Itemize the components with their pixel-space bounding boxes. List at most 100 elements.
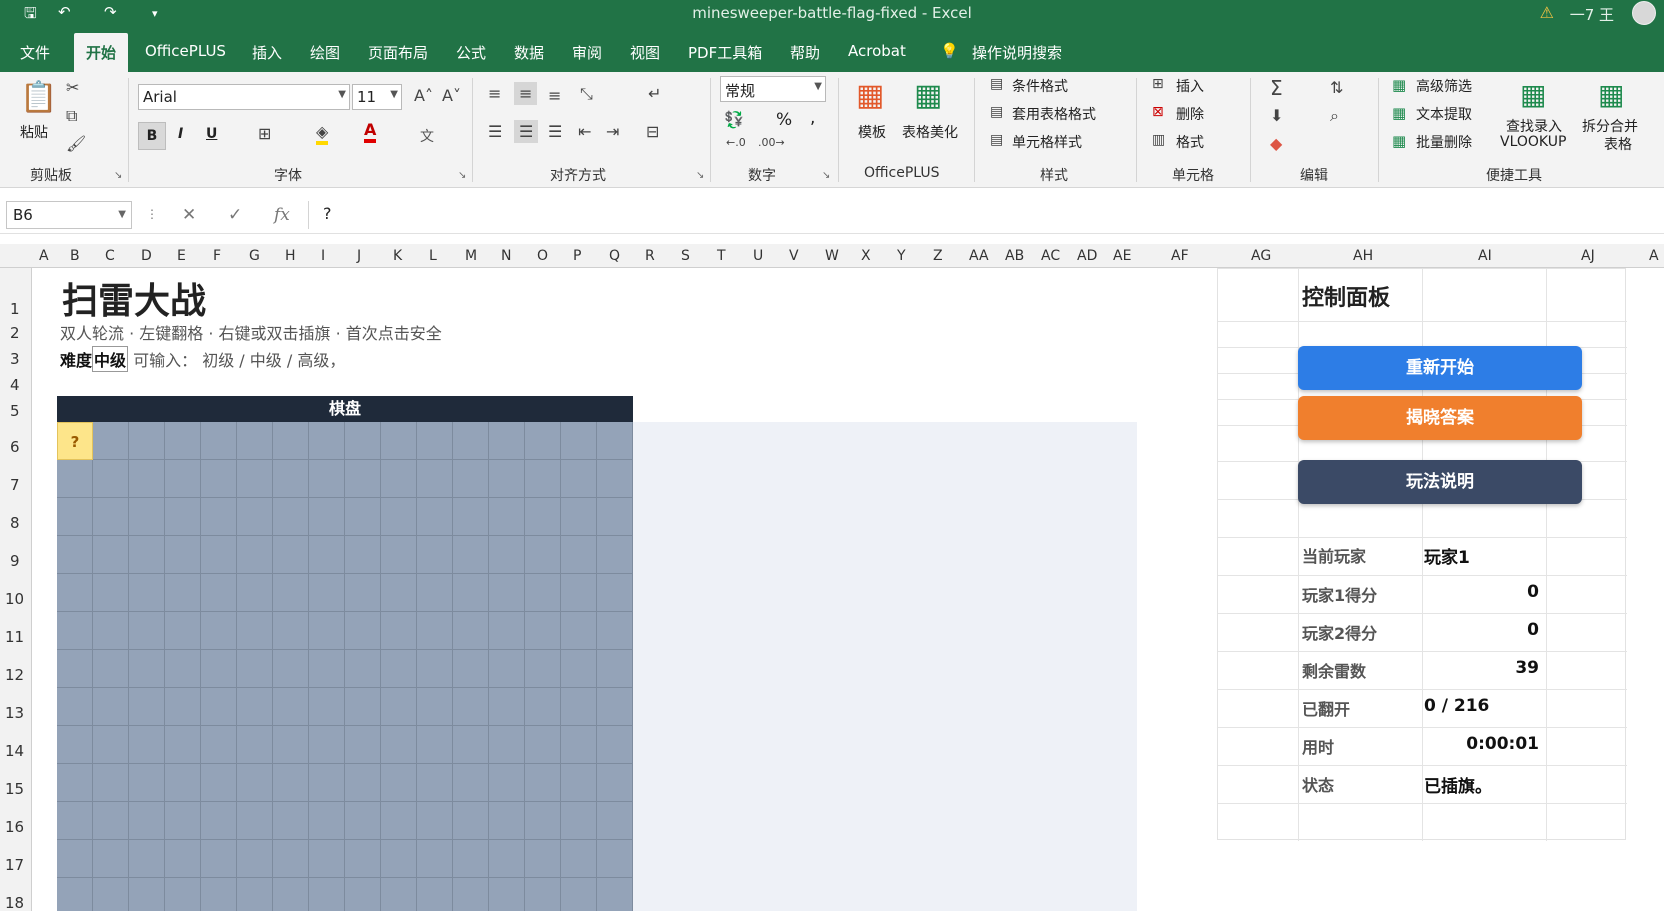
format-painter-icon[interactable]: 🖌	[66, 134, 86, 153]
tab-insert[interactable]: 插入	[252, 42, 282, 63]
font-color-icon[interactable]: A	[364, 120, 377, 143]
row-header[interactable]: 16	[5, 818, 24, 836]
text-extract-button[interactable]: 文本提取	[1416, 104, 1472, 124]
column-header[interactable]: G	[249, 248, 260, 264]
column-header[interactable]: A	[1649, 248, 1659, 264]
currency-icon[interactable]: 💱	[724, 110, 744, 129]
tab-draw[interactable]: 绘图	[310, 42, 340, 63]
split-merge-icon[interactable]: ▦	[1598, 78, 1624, 111]
decrease-font-icon[interactable]: A˅	[442, 86, 461, 105]
font-launcher-icon[interactable]: ↘	[458, 170, 466, 181]
tab-home[interactable]: 开始	[74, 33, 129, 72]
lookup-button[interactable]: 查找录入	[1506, 116, 1562, 136]
wrap-text-icon[interactable]: ↵	[648, 84, 661, 103]
column-header[interactable]: Q	[609, 248, 620, 264]
column-header[interactable]: B	[70, 248, 80, 264]
paste-button[interactable]: 粘贴	[20, 122, 48, 142]
column-header[interactable]: AH	[1353, 248, 1373, 264]
row-header[interactable]: 2	[10, 324, 20, 342]
column-header[interactable]: AJ	[1581, 248, 1595, 264]
conditional-format-icon[interactable]: ▤	[990, 76, 1003, 92]
column-header[interactable]: T	[717, 248, 726, 264]
table-beautify-button[interactable]: 表格美化	[902, 122, 958, 142]
align-launcher-icon[interactable]: ↘	[696, 170, 704, 181]
column-header[interactable]: M	[465, 248, 477, 264]
clear-icon[interactable]: ◆	[1270, 134, 1282, 153]
cancel-icon[interactable]: ✕	[182, 205, 196, 225]
tab-page-layout[interactable]: 页面布局	[368, 42, 428, 63]
column-header[interactable]: Z	[933, 248, 943, 264]
help-button[interactable]: 玩法说明	[1298, 460, 1582, 504]
lookup-icon[interactable]: ▦	[1520, 78, 1546, 111]
column-header[interactable]: AI	[1478, 248, 1492, 264]
tab-view[interactable]: 视图	[630, 42, 660, 63]
column-header[interactable]: J	[357, 248, 361, 264]
tab-acrobat[interactable]: Acrobat	[848, 42, 906, 60]
delete-cells-icon[interactable]: ⊠	[1152, 104, 1164, 120]
align-middle-icon[interactable]: ≡	[514, 82, 538, 105]
column-header[interactable]: E	[177, 248, 186, 264]
template-button[interactable]: 模板	[858, 122, 886, 142]
delete-cells-button[interactable]: 删除	[1176, 104, 1204, 124]
row-header[interactable]: 14	[5, 742, 24, 760]
font-size-select[interactable]: 11 ▼	[352, 84, 402, 110]
column-header[interactable]: D	[141, 248, 152, 264]
underline-button[interactable]: U	[206, 126, 217, 142]
column-header[interactable]: F	[213, 248, 221, 264]
insert-function-icon[interactable]: fx	[274, 205, 290, 225]
format-as-table-button[interactable]: 套用表格格式	[1012, 104, 1096, 124]
difficulty-input[interactable]: 中级	[92, 346, 129, 372]
table-beautify-icon[interactable]: ▦	[914, 78, 942, 113]
column-header[interactable]: AA	[969, 248, 989, 264]
comma-button[interactable]: ,	[810, 108, 815, 128]
bold-button[interactable]: B	[138, 122, 166, 150]
column-header[interactable]: A	[39, 248, 49, 264]
orientation-icon[interactable]: ⤡	[580, 84, 593, 104]
row-header[interactable]: 9	[10, 552, 20, 570]
restart-button[interactable]: 重新开始	[1298, 346, 1582, 390]
decrease-decimal-icon[interactable]: .00→	[758, 136, 785, 149]
format-cells-icon[interactable]: ▥	[1152, 132, 1165, 148]
column-header[interactable]: K	[393, 248, 402, 264]
align-right-icon[interactable]: ☰	[548, 122, 562, 141]
tab-pdf-toolbox[interactable]: PDF工具箱	[688, 42, 762, 63]
tab-formulas[interactable]: 公式	[456, 42, 486, 63]
row-header[interactable]: 13	[5, 704, 24, 722]
mine-board[interactable]	[57, 422, 633, 911]
merge-center-icon[interactable]: ⊟	[646, 122, 659, 141]
align-center-icon[interactable]: ☰	[514, 120, 539, 143]
row-header[interactable]: 6	[10, 438, 20, 456]
column-header[interactable]: S	[681, 248, 690, 264]
row-header[interactable]: 8	[10, 514, 20, 532]
warning-icon[interactable]: ⚠	[1540, 3, 1554, 22]
cut-icon[interactable]: ✂	[66, 78, 79, 97]
align-top-icon[interactable]: ≡	[488, 84, 501, 103]
column-header[interactable]: R	[645, 248, 655, 264]
column-header[interactable]: AC	[1041, 248, 1060, 264]
tab-help[interactable]: 帮助	[790, 42, 820, 63]
phonetic-icon[interactable]: 文	[420, 126, 434, 146]
column-header[interactable]: H	[285, 248, 296, 264]
italic-button[interactable]: I	[178, 126, 183, 142]
batch-delete-button[interactable]: 批量删除	[1416, 132, 1472, 152]
lightbulb-icon[interactable]: 💡	[940, 42, 959, 60]
column-header[interactable]: U	[753, 248, 763, 264]
batch-delete-icon[interactable]: ▦	[1392, 132, 1406, 150]
column-header[interactable]: O	[537, 248, 548, 264]
template-icon[interactable]: ▦	[856, 78, 884, 113]
row-header[interactable]: 12	[5, 666, 24, 684]
split-merge-button[interactable]: 拆分合并	[1582, 116, 1638, 136]
align-bottom-icon[interactable]: ≡	[548, 86, 561, 105]
number-format-select[interactable]: 常规 ▼	[720, 76, 826, 102]
selected-cell[interactable]: ?	[57, 422, 93, 460]
conditional-format-button[interactable]: 条件格式	[1012, 76, 1068, 96]
row-header[interactable]: 15	[5, 780, 24, 798]
increase-font-icon[interactable]: A˄	[414, 86, 433, 105]
column-header[interactable]: X	[861, 248, 871, 264]
reveal-button[interactable]: 揭晓答案	[1298, 396, 1582, 440]
column-header[interactable]: AF	[1171, 248, 1189, 264]
autosum-icon[interactable]: Σ	[1270, 76, 1283, 100]
user-name[interactable]: 一7 王	[1570, 4, 1614, 25]
enter-icon[interactable]: ✓	[228, 205, 242, 225]
tab-data[interactable]: 数据	[514, 42, 544, 63]
